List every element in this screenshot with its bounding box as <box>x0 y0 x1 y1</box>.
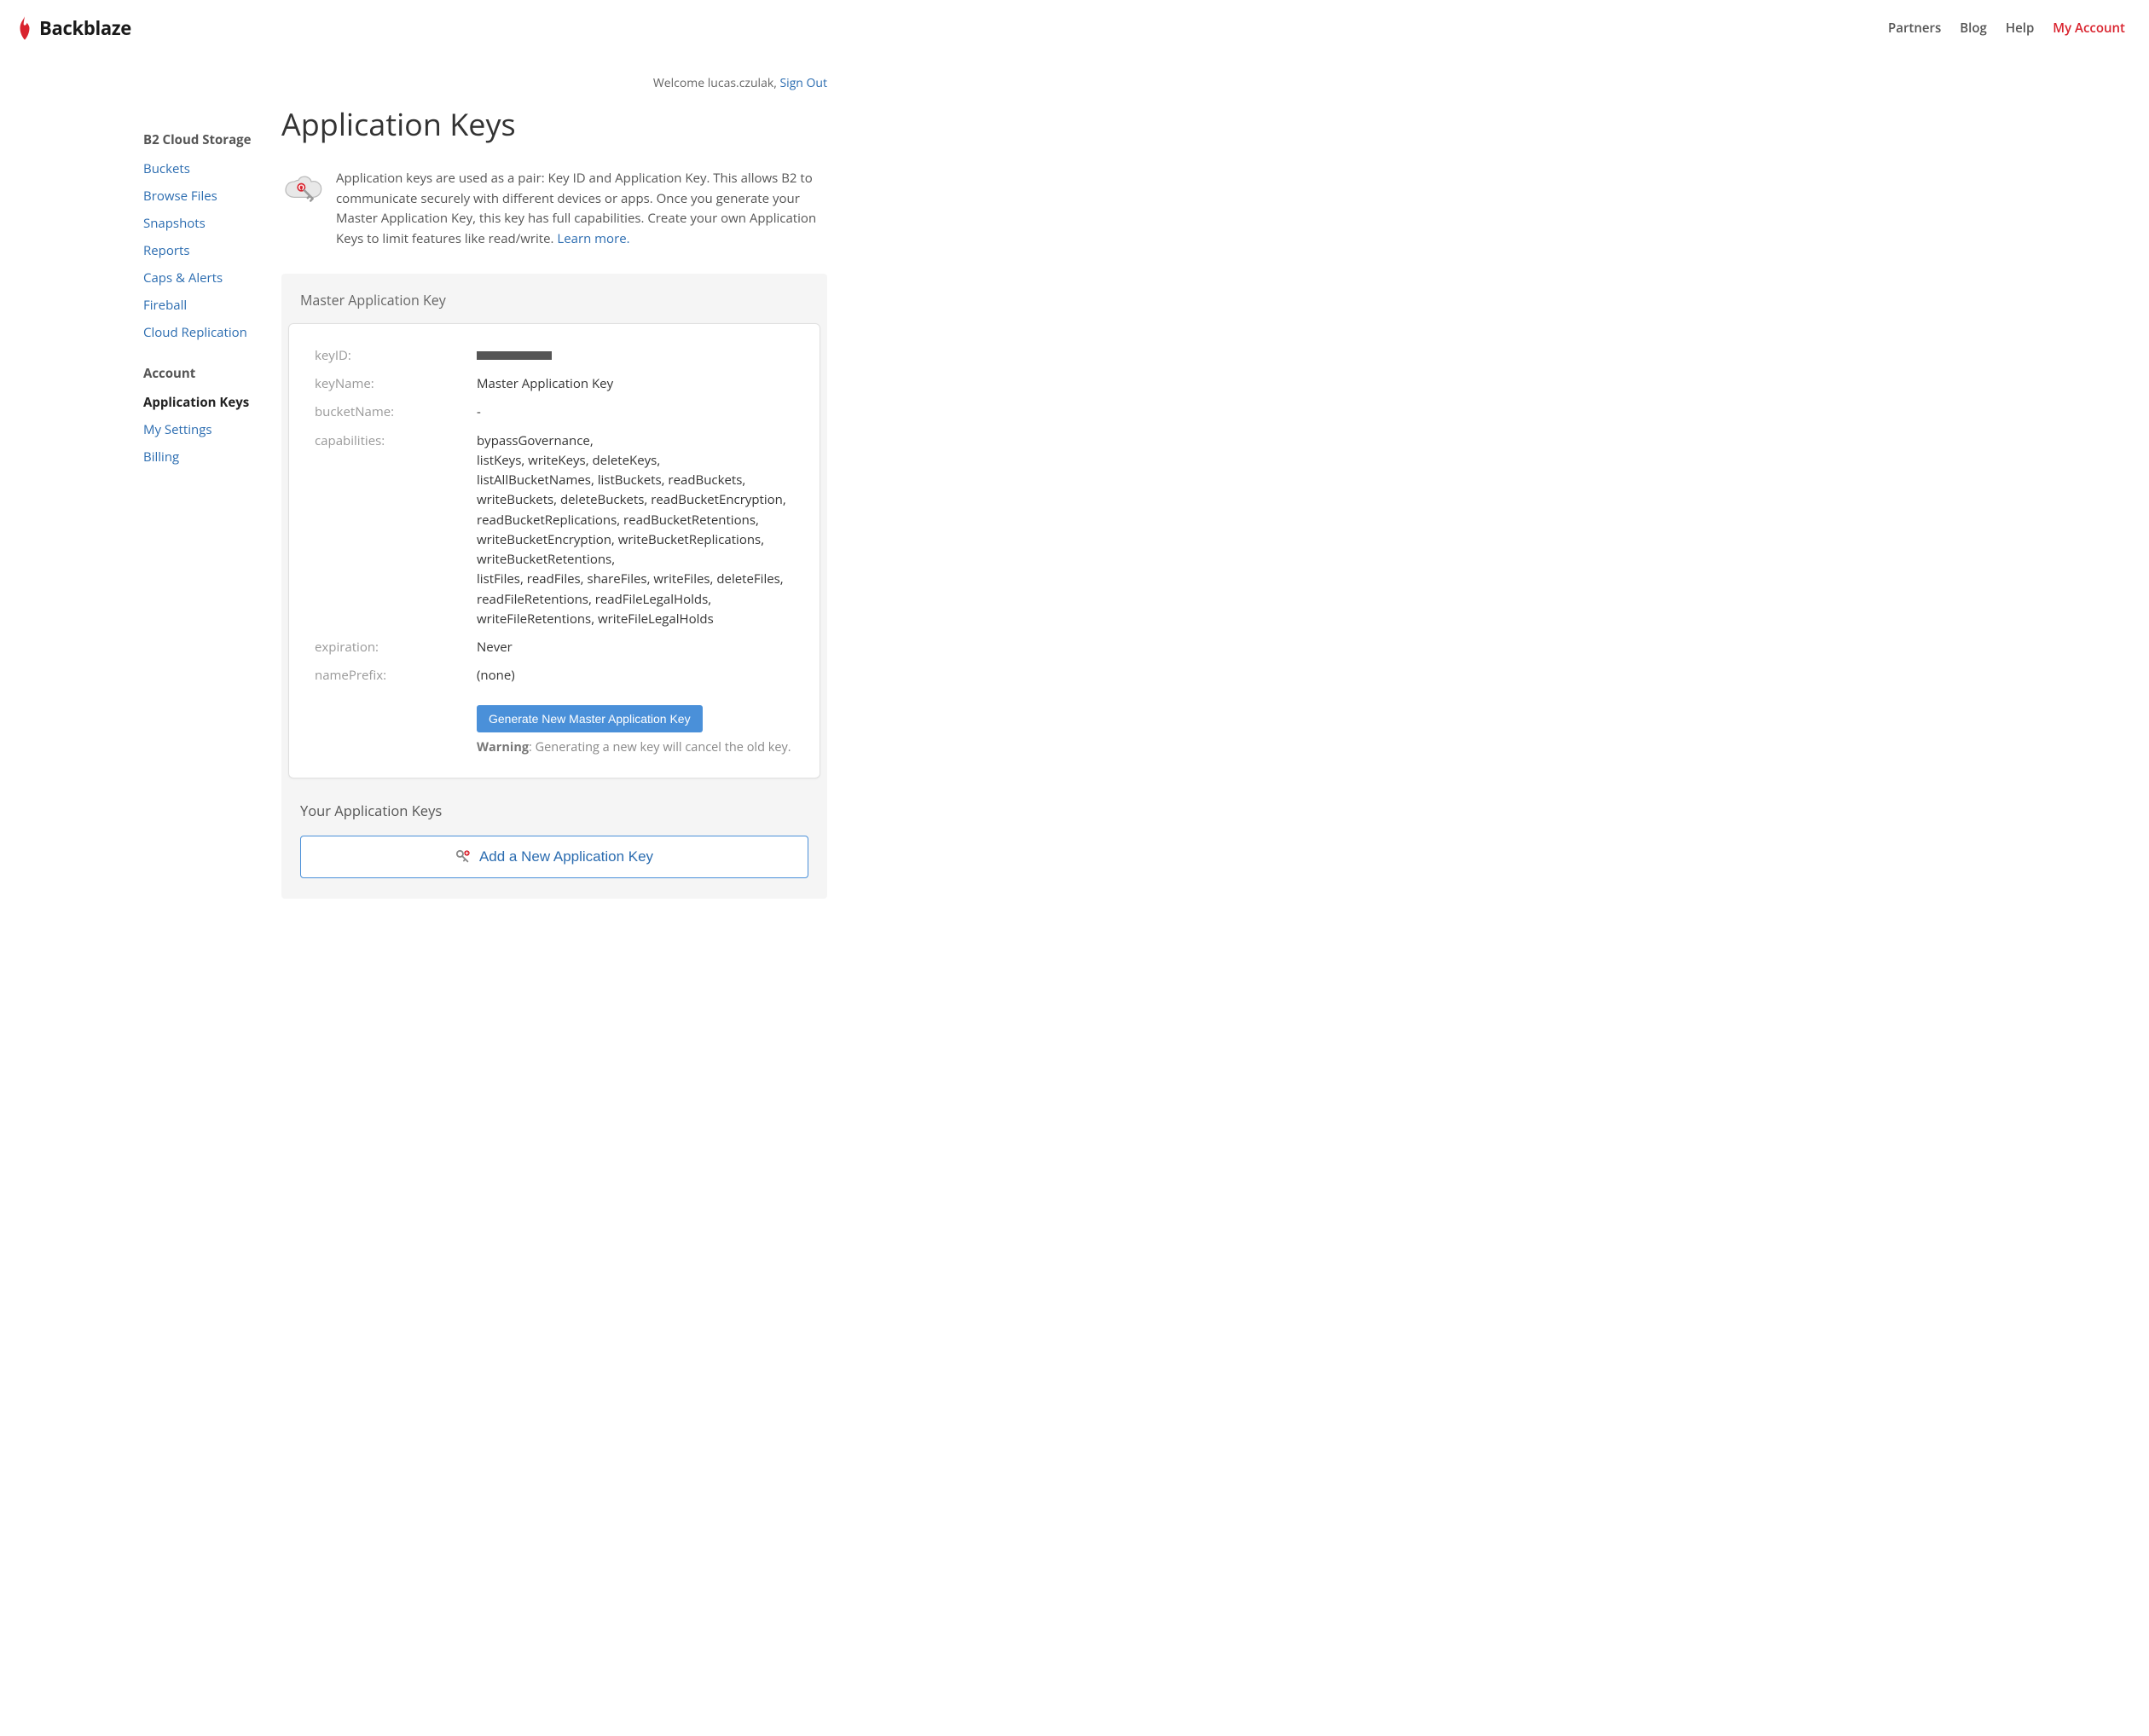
add-key-label: Add a New Application Key <box>479 848 653 865</box>
main-content: Welcome lucas.czulak, Sign Out Applicati… <box>281 56 844 899</box>
sidebar-item-browse-files[interactable]: Browse Files <box>143 188 264 205</box>
your-keys-title: Your Application Keys <box>281 778 827 836</box>
warning-body: : Generating a new key will cancel the o… <box>529 739 791 755</box>
value-key-name: Master Application Key <box>477 374 794 394</box>
key-plus-icon <box>455 849 471 865</box>
value-capabilities: bypassGovernance, listKeys, writeKeys, d… <box>477 431 794 630</box>
label-name-prefix: namePrefix: <box>315 666 477 686</box>
warning-text: Warning: Generating a new key will cance… <box>477 739 794 755</box>
learn-more-link[interactable]: Learn more. <box>557 230 629 247</box>
top-nav: Partners Blog Help My Account <box>1888 20 2125 37</box>
page-title: Application Keys <box>281 103 827 145</box>
master-key-card: keyID: keyName: Master Application Key b… <box>288 323 820 778</box>
logo[interactable]: Backblaze <box>15 15 131 41</box>
nav-my-account[interactable]: My Account <box>2053 20 2125 37</box>
label-bucket-name: bucketName: <box>315 402 477 422</box>
add-application-key-button[interactable]: Add a New Application Key <box>300 836 808 878</box>
sidebar-item-billing[interactable]: Billing <box>143 448 264 466</box>
sidebar-item-my-settings[interactable]: My Settings <box>143 421 264 438</box>
sidebar-title-account: Account <box>143 365 264 382</box>
sidebar-item-fireball[interactable]: Fireball <box>143 297 264 314</box>
flame-icon <box>15 16 34 40</box>
nav-help[interactable]: Help <box>2006 20 2034 37</box>
welcome-text: Welcome lucas.czulak, <box>653 75 780 91</box>
label-key-name: keyName: <box>315 374 477 394</box>
value-expiration: Never <box>477 638 794 657</box>
label-expiration: expiration: <box>315 638 477 657</box>
label-key-id: keyID: <box>315 346 477 366</box>
master-key-title: Master Application Key <box>281 291 827 323</box>
key-cloud-icon <box>281 169 324 211</box>
sign-out-link[interactable]: Sign Out <box>779 75 827 91</box>
welcome-row: Welcome lucas.czulak, Sign Out <box>281 75 827 91</box>
warning-label: Warning <box>477 739 529 755</box>
sidebar-item-snapshots[interactable]: Snapshots <box>143 215 264 232</box>
sidebar: B2 Cloud Storage Buckets Browse Files Sn… <box>0 56 281 899</box>
logo-text: Backblaze <box>39 15 131 41</box>
sidebar-title-storage: B2 Cloud Storage <box>143 131 264 148</box>
sidebar-item-buckets[interactable]: Buckets <box>143 160 264 177</box>
keys-panel: Master Application Key keyID: keyName: M… <box>281 274 827 899</box>
intro-block: Application keys are used as a pair: Key… <box>281 169 827 250</box>
nav-partners[interactable]: Partners <box>1888 20 1941 37</box>
sidebar-item-application-keys[interactable]: Application Keys <box>143 394 264 411</box>
value-name-prefix: (none) <box>477 666 794 686</box>
key-id-redacted <box>477 351 552 360</box>
label-capabilities: capabilities: <box>315 431 477 630</box>
header: Backblaze Partners Blog Help My Account <box>0 0 2149 56</box>
sidebar-item-cloud-replication[interactable]: Cloud Replication <box>143 324 264 341</box>
sidebar-item-reports[interactable]: Reports <box>143 242 264 259</box>
sidebar-item-caps-alerts[interactable]: Caps & Alerts <box>143 269 264 286</box>
nav-blog[interactable]: Blog <box>1960 20 1987 37</box>
value-bucket-name: - <box>477 402 794 422</box>
generate-master-key-button[interactable]: Generate New Master Application Key <box>477 705 703 732</box>
